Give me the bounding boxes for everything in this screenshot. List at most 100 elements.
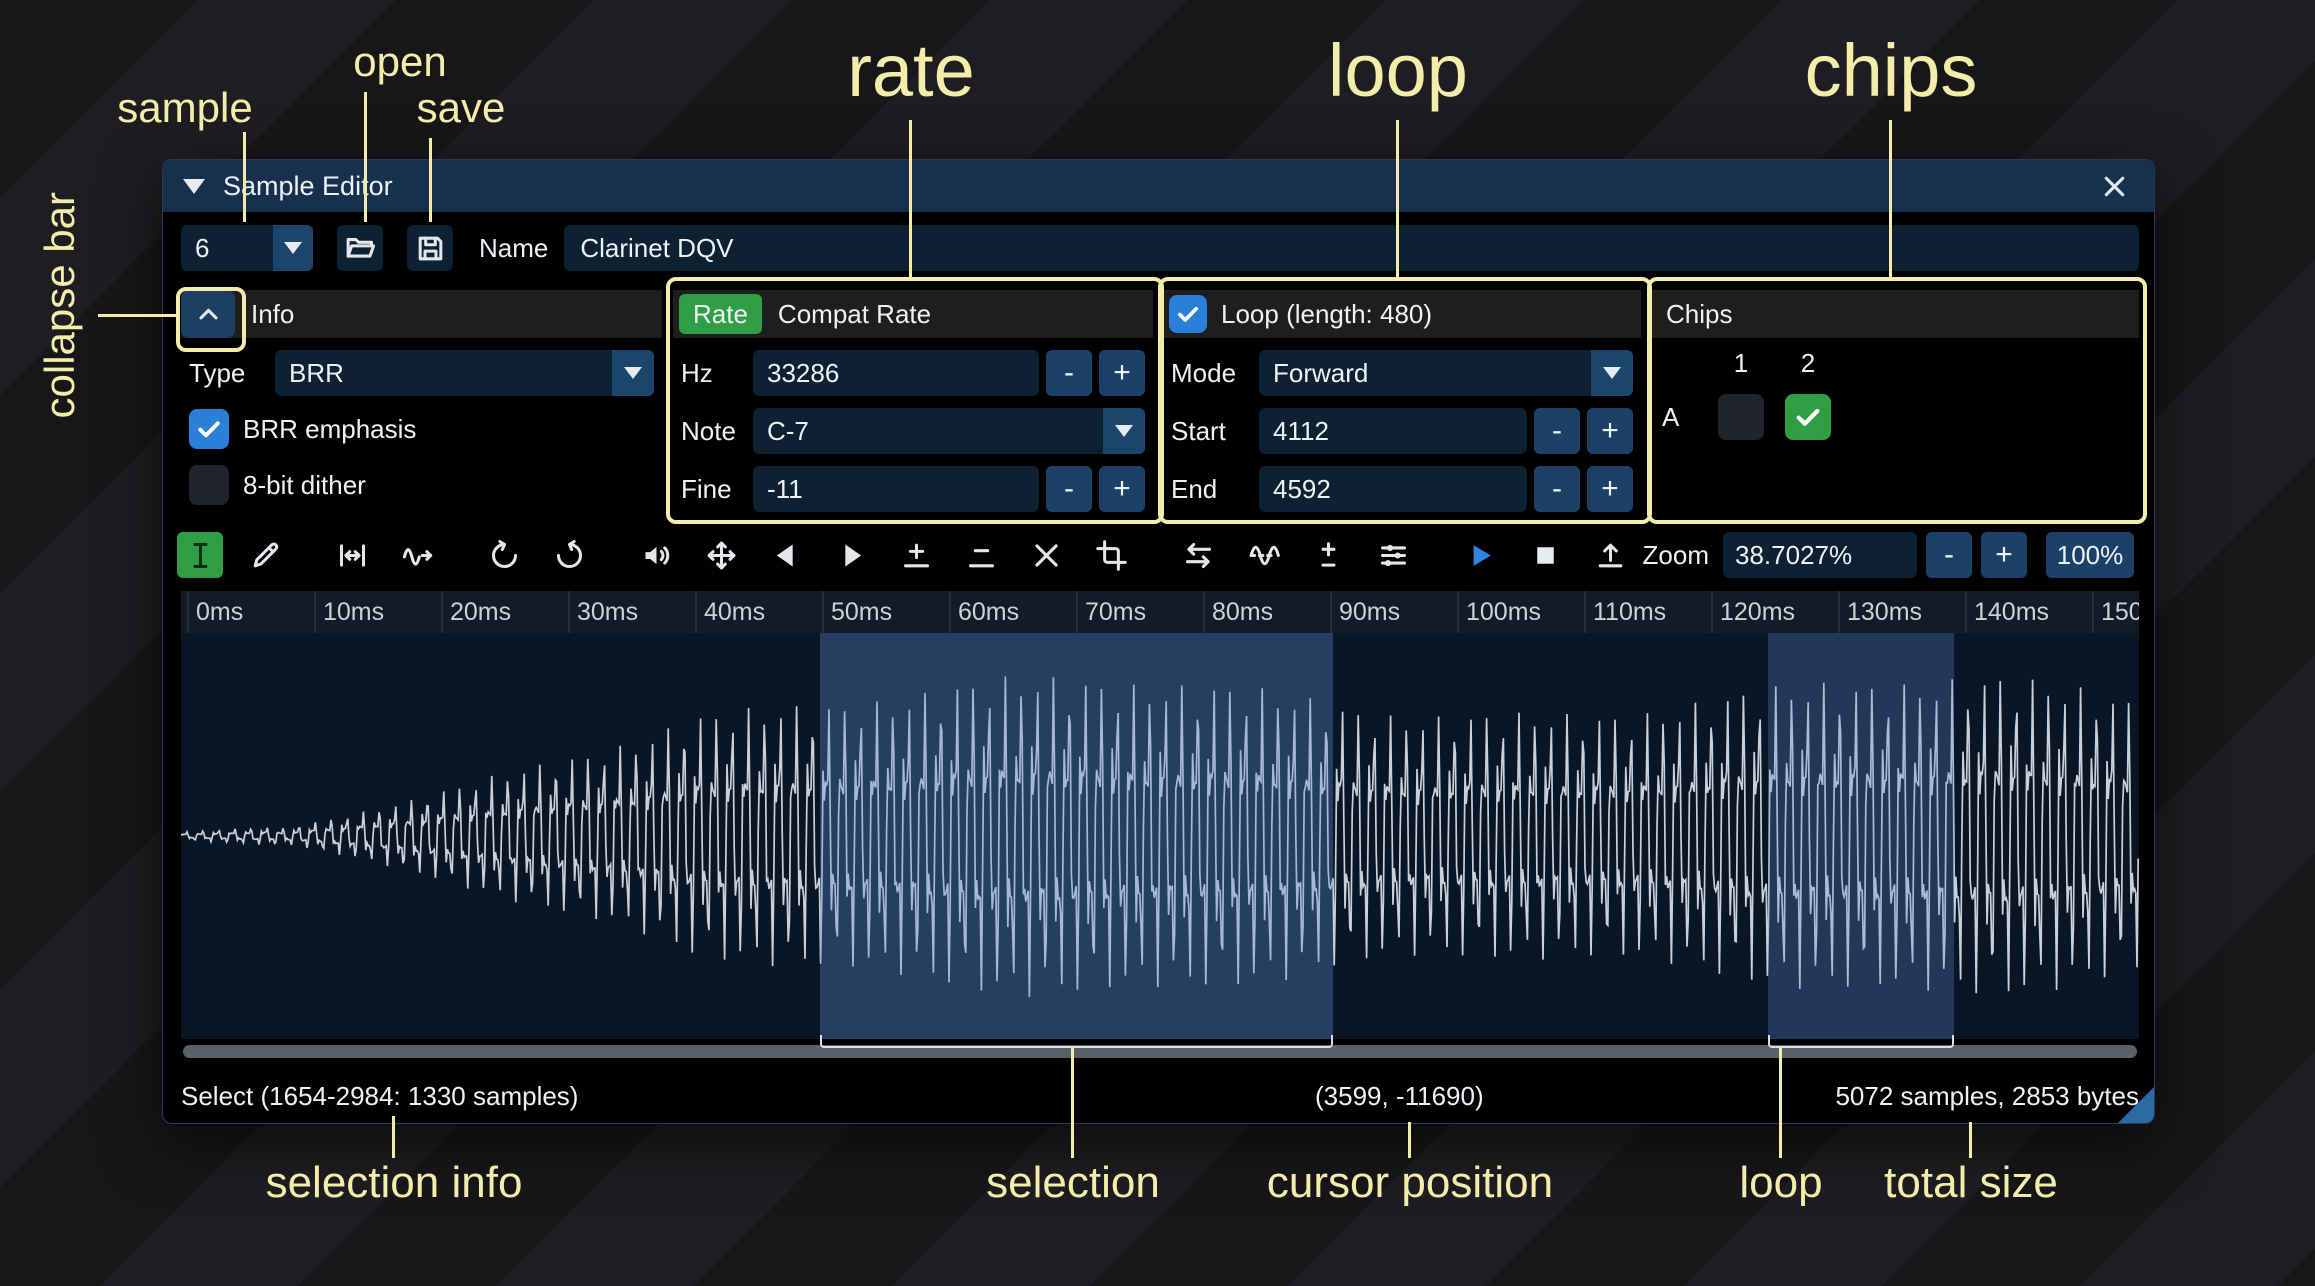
trim-button[interactable] <box>1088 532 1134 578</box>
sample-select[interactable]: 6 <box>181 225 313 271</box>
draw-mode-button[interactable] <box>242 532 288 578</box>
note-dropdown-arrow[interactable] <box>1103 408 1145 454</box>
zoom-out-button[interactable]: - <box>1926 532 1972 578</box>
chips-row-label: A <box>1662 402 1718 433</box>
timeline-label: 100ms <box>1466 598 1541 627</box>
timeline-label: 40ms <box>704 598 765 627</box>
open-button[interactable] <box>337 225 383 271</box>
signed-unsigned-button[interactable] <box>1305 532 1351 578</box>
annotation-line <box>364 92 367 222</box>
annotation-save: save <box>417 84 506 132</box>
type-value: BRR <box>275 350 612 396</box>
annotation-line <box>909 120 912 278</box>
sample-select-arrow[interactable] <box>273 225 313 271</box>
loop-enable-checkbox[interactable] <box>1169 295 1207 333</box>
dither-checkbox[interactable] <box>189 465 229 505</box>
zoom-value-field[interactable]: 38.7027% <box>1723 532 1917 578</box>
save-button[interactable] <box>407 225 453 271</box>
timeline-tick <box>1584 591 1586 633</box>
note-dropdown[interactable]: C-7 <box>753 408 1145 454</box>
resample-button[interactable] <box>394 532 440 578</box>
loop-mode-label: Mode <box>1171 358 1259 389</box>
insert-silence-button[interactable] <box>893 532 939 578</box>
timeline-label: 20ms <box>450 598 511 627</box>
edit-mode-button[interactable] <box>177 532 223 578</box>
upload-to-chip-button[interactable] <box>1587 532 1633 578</box>
timeline-label: 70ms <box>1085 598 1146 627</box>
annotation-loop-bottom: loop <box>1739 1158 1822 1208</box>
type-dropdown[interactable]: BRR <box>275 350 654 396</box>
loop-start-minus-button[interactable]: - <box>1534 408 1580 454</box>
chevron-down-icon <box>1115 425 1133 437</box>
fine-plus-button[interactable]: + <box>1099 466 1145 512</box>
fine-input[interactable]: -11 <box>753 466 1039 512</box>
x-icon <box>1030 539 1063 572</box>
timeline-label: 150ms <box>2101 598 2139 627</box>
annotation-open: open <box>353 38 446 86</box>
fade-in-button[interactable] <box>763 532 809 578</box>
total-size-text: 5072 samples, 2853 bytes <box>1835 1081 2139 1112</box>
fade-out-button[interactable] <box>828 532 874 578</box>
loop-mode-dropdown[interactable]: Forward <box>1259 350 1633 396</box>
brr-emphasis-checkbox[interactable] <box>189 409 229 449</box>
waveform-view[interactable] <box>181 633 2139 1039</box>
annotation-selection-info: selection info <box>266 1158 523 1208</box>
hz-input[interactable]: 33286 <box>753 350 1039 396</box>
reverse-button[interactable] <box>1175 532 1221 578</box>
note-label: Note <box>681 416 753 447</box>
resize-button[interactable] <box>329 532 375 578</box>
loop-start-input[interactable]: 4112 <box>1259 408 1527 454</box>
cursor-position-text: (3599, -11690) <box>1315 1081 1484 1112</box>
hz-plus-button[interactable]: + <box>1099 350 1145 396</box>
undo-button[interactable] <box>481 532 527 578</box>
amplify-button[interactable] <box>633 532 679 578</box>
loop-end-minus-button[interactable]: - <box>1534 466 1580 512</box>
collapse-button[interactable] <box>181 290 235 338</box>
invert-button[interactable] <box>1240 532 1286 578</box>
timeline-label: 0ms <box>196 598 243 627</box>
window-collapse-icon[interactable] <box>183 179 205 194</box>
delete-button[interactable] <box>1023 532 1069 578</box>
fine-label: Fine <box>681 474 753 505</box>
normalize-button[interactable] <box>698 532 744 578</box>
loop-bracket <box>1768 1035 1953 1048</box>
timeline-label: 120ms <box>1720 598 1795 627</box>
rate-mode-button[interactable]: Rate <box>679 294 762 334</box>
hz-minus-button[interactable]: - <box>1046 350 1092 396</box>
loop-end-input[interactable]: 4592 <box>1259 466 1527 512</box>
loop-mode-dropdown-arrow[interactable] <box>1591 350 1633 396</box>
filter-button[interactable] <box>1370 532 1416 578</box>
redo-button[interactable] <box>546 532 592 578</box>
annotation-total-size: total size <box>1884 1158 2058 1208</box>
play-icon <box>1464 539 1497 572</box>
chevron-down-icon <box>284 242 302 254</box>
preview-button[interactable] <box>1457 532 1503 578</box>
chips-column-1: 1 <box>1718 348 1764 379</box>
fine-minus-button[interactable]: - <box>1046 466 1092 512</box>
annotation-line <box>243 132 246 222</box>
chip-1-checkbox[interactable] <box>1718 394 1764 440</box>
resize-grip[interactable] <box>2118 1087 2154 1123</box>
zoom-in-button[interactable]: + <box>1981 532 2027 578</box>
name-input[interactable] <box>564 225 2139 271</box>
timeline-label: 90ms <box>1339 598 1400 627</box>
loop-overlay <box>1768 633 1953 1039</box>
titlebar[interactable]: Sample Editor <box>163 160 2154 212</box>
chips-row-a: A <box>1652 394 2139 440</box>
timeline-tick <box>2092 591 2094 633</box>
chip-2-checkbox[interactable] <box>1785 394 1831 440</box>
type-dropdown-arrow[interactable] <box>612 350 654 396</box>
redo-icon <box>553 539 586 572</box>
apply-silence-button[interactable] <box>958 532 1004 578</box>
chips-header: Chips <box>1666 299 1732 330</box>
loop-start-plus-button[interactable]: + <box>1587 408 1633 454</box>
stop-preview-button[interactable] <box>1522 532 1568 578</box>
info-header: Info <box>251 299 294 330</box>
zoom-controls: Zoom 38.7027% - + 100% <box>1643 532 2134 578</box>
close-button[interactable] <box>2094 166 2134 206</box>
annotation-line <box>392 1116 395 1158</box>
zoom-reset-button[interactable]: 100% <box>2046 532 2134 578</box>
loop-end-plus-button[interactable]: + <box>1587 466 1633 512</box>
annotation-line <box>1408 1122 1411 1158</box>
region-brackets <box>181 1035 2139 1051</box>
